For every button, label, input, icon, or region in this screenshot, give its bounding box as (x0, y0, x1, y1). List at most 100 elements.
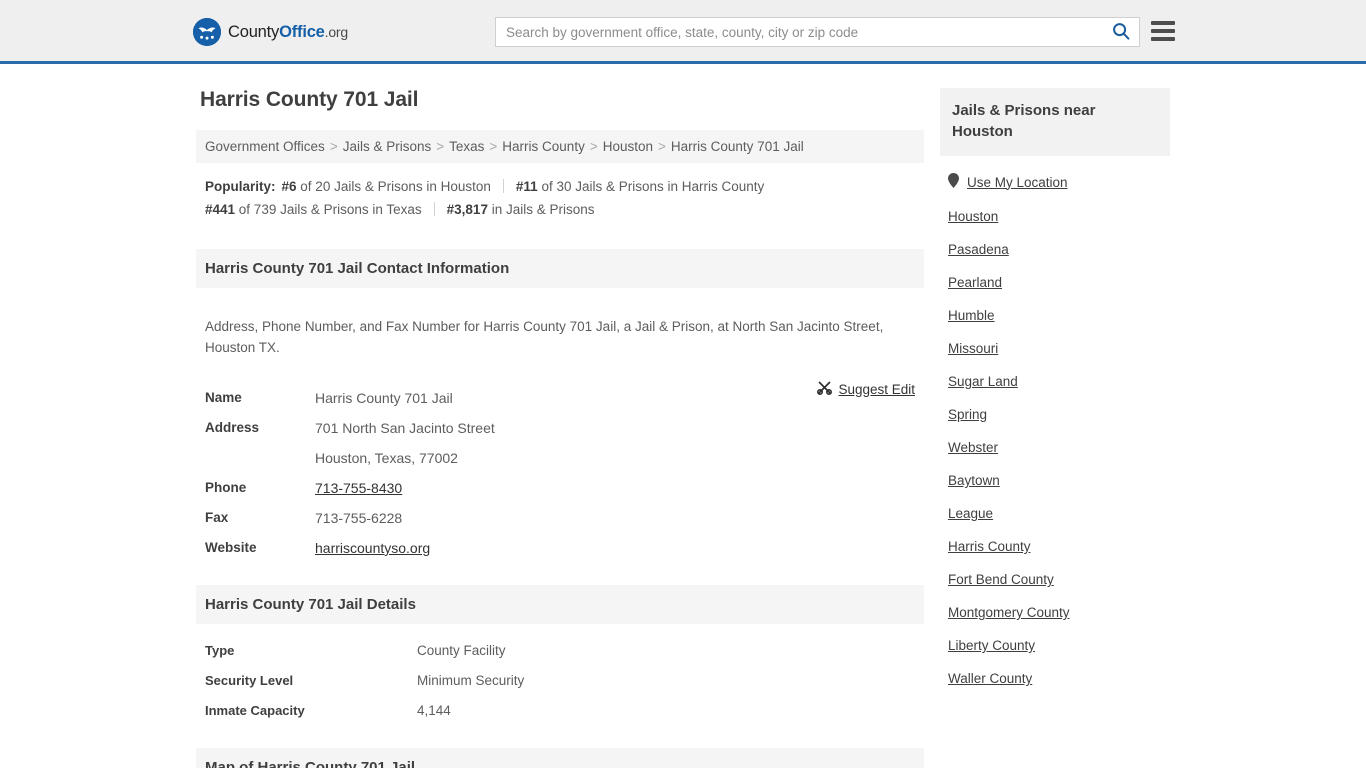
breadcrumb-separator: > (329, 139, 338, 154)
sidebar-item-label[interactable]: Montgomery County (948, 605, 1070, 620)
sidebar-item-missouri[interactable]: Missouri (940, 332, 1170, 365)
suggest-edit-label: Suggest Edit (838, 381, 915, 397)
popularity-divider (502, 179, 504, 193)
logo-text-county: County (228, 22, 280, 41)
contact-section-description: Address, Phone Number, and Fax Number fo… (205, 318, 884, 355)
sidebar-item-label[interactable]: Webster (948, 440, 998, 455)
contact-row-link[interactable]: 713-755-8430 (315, 480, 402, 496)
contact-row: Address 701 North San Jacinto Street (205, 413, 915, 443)
popularity-rank: #3,817 (446, 202, 488, 217)
contact-row-value: 713-755-6228 (315, 510, 403, 526)
search-icon (1112, 22, 1130, 43)
sidebar-item-label[interactable]: Pearland (948, 275, 1002, 290)
contact-row: Houston, Texas, 77002 (205, 443, 915, 473)
sidebar-item-label[interactable]: Baytown (948, 473, 1000, 488)
breadcrumb: Government Offices > Jails & Prisons > Texas… (196, 130, 924, 163)
popularity-item-1: #6 of 20 Jails & Prisons in Houston (281, 179, 491, 194)
map-pin-icon (948, 173, 959, 191)
details-row-value: 4,144 (417, 703, 451, 718)
sidebar-item-liberty-county[interactable]: Liberty County (940, 629, 1170, 662)
contact-row: Website harriscountyso.org (205, 533, 915, 563)
contact-row-value: 701 North San Jacinto Street (315, 420, 495, 436)
sidebar-item-houston[interactable]: Houston (940, 200, 1170, 233)
page-title: Harris County 701 Jail (200, 88, 419, 111)
contact-row-value[interactable]: harriscountyso.org (315, 533, 430, 563)
popularity-item-3: #441 of 739 Jails & Prisons in Texas (205, 202, 422, 217)
logo-text-org: .org (324, 23, 349, 40)
suggest-edit-button[interactable]: Suggest Edit (817, 380, 915, 398)
details-row-key: Type (205, 643, 235, 658)
sidebar-list: Use My Location Houston Pasadena Pearland H… (940, 156, 1170, 695)
contact-row-key: Website (205, 540, 257, 555)
hamburger-bar-1 (1151, 21, 1175, 25)
sidebar-item-label[interactable]: Pasadena (948, 242, 1009, 257)
contact-row-key: Fax (205, 510, 229, 525)
sidebar-item-humble[interactable]: Humble (940, 299, 1170, 332)
contact-row: Phone 713-755-8430 (205, 473, 915, 503)
hamburger-bar-2 (1151, 29, 1175, 33)
breadcrumb-separator: > (658, 139, 666, 154)
hamburger-bar-3 (1151, 37, 1175, 41)
details-table: Type County Facility Security Level Minimum… (196, 624, 924, 726)
contact-row-key: Name (205, 390, 242, 405)
contact-row: Fax 713-755-6228 (205, 503, 915, 533)
breadcrumb-item-3[interactable]: Texas (449, 139, 484, 154)
search-input[interactable] (496, 18, 1103, 46)
breadcrumb-item-1[interactable]: Government Offices (205, 139, 325, 154)
sidebar-item-webster[interactable]: Webster (940, 431, 1170, 464)
contact-row-value: Harris County 701 Jail (315, 390, 453, 406)
popularity-rank: #6 (281, 179, 297, 194)
sidebar-item-use-my-location[interactable]: Use My Location (940, 164, 1170, 200)
details-row-key: Security Level (205, 673, 294, 688)
contact-row-value: Houston, Texas, 77002 (315, 450, 458, 466)
sidebar-item-spring[interactable]: Spring (940, 398, 1170, 431)
sidebar-item-label[interactable]: Humble (948, 308, 995, 323)
sidebar-item-label[interactable]: Houston (948, 209, 998, 224)
sidebar-item-label[interactable]: Sugar Land (948, 374, 1018, 389)
breadcrumb-item-2[interactable]: Jails & Prisons (343, 139, 432, 154)
contact-row-key: Address (205, 420, 260, 435)
contact-section-heading: Harris County 701 Jail Contact Informati… (196, 249, 924, 288)
sidebar-item-label[interactable]: League (948, 506, 993, 521)
contact-row: Name Harris County 701 Jail (205, 383, 915, 413)
logo-text-office: Office (279, 22, 325, 41)
sidebar-item-label[interactable]: Fort Bend County (948, 572, 1054, 587)
site-header: CountyOffice.org (0, 0, 1366, 64)
hamburger-menu-button[interactable] (1151, 18, 1175, 44)
sidebar-item-label[interactable]: Missouri (948, 341, 998, 356)
map-section-heading: Map of Harris County 701 Jail (196, 748, 924, 768)
contact-table: Name Harris County 701 Jail Address 701 Nor… (196, 375, 924, 563)
details-row: Security Level Minimum Security (205, 666, 915, 696)
details-row-key: Inmate Capacity (205, 703, 305, 718)
sidebar-item-label[interactable]: Harris County (948, 539, 1031, 554)
popularity-rank: #441 (205, 202, 236, 217)
suggest-edit-icon (817, 380, 833, 398)
sidebar-heading: Jails & Prisons near Houston (940, 88, 1170, 156)
sidebar-item-baytown[interactable]: Baytown (940, 464, 1170, 497)
sidebar-item-fort-bend-county[interactable]: Fort Bend County (940, 563, 1170, 596)
breadcrumb-separator: > (436, 139, 445, 154)
sidebar-item-label[interactable]: Spring (948, 407, 987, 422)
sidebar-item-sugar-land[interactable]: Sugar Land (940, 365, 1170, 398)
search-button[interactable] (1103, 18, 1139, 46)
sidebar-item-league[interactable]: League (940, 497, 1170, 530)
breadcrumb-item-6: Harris County 701 Jail (670, 139, 804, 154)
site-logo-text: CountyOffice.org (228, 23, 348, 42)
popularity-item-2: #11 of 30 Jails & Prisons in Harris Coun… (515, 179, 765, 194)
sidebar-item-label[interactable]: Liberty County (948, 638, 1035, 653)
sidebar-item-harris-county[interactable]: Harris County (940, 530, 1170, 563)
contact-row-value[interactable]: 713-755-8430 (315, 473, 402, 503)
sidebar-item-pearland[interactable]: Pearland (940, 266, 1170, 299)
contact-row-link[interactable]: harriscountyso.org (315, 540, 430, 556)
details-row-value: Minimum Security (417, 673, 525, 688)
sidebar-item-montgomery-county[interactable]: Montgomery County (940, 596, 1170, 629)
use-my-location-link[interactable]: Use My Location (967, 175, 1068, 190)
search-bar (495, 17, 1140, 47)
sidebar-item-pasadena[interactable]: Pasadena (940, 233, 1170, 266)
breadcrumb-item-5[interactable]: Houston (603, 139, 653, 154)
sidebar-item-label[interactable]: Waller County (948, 671, 1032, 686)
site-logo[interactable]: CountyOffice.org (193, 18, 348, 46)
details-section-heading: Harris County 701 Jail Details (196, 585, 924, 624)
sidebar-item-waller-county[interactable]: Waller County (940, 662, 1170, 695)
breadcrumb-item-4[interactable]: Harris County (502, 139, 585, 154)
